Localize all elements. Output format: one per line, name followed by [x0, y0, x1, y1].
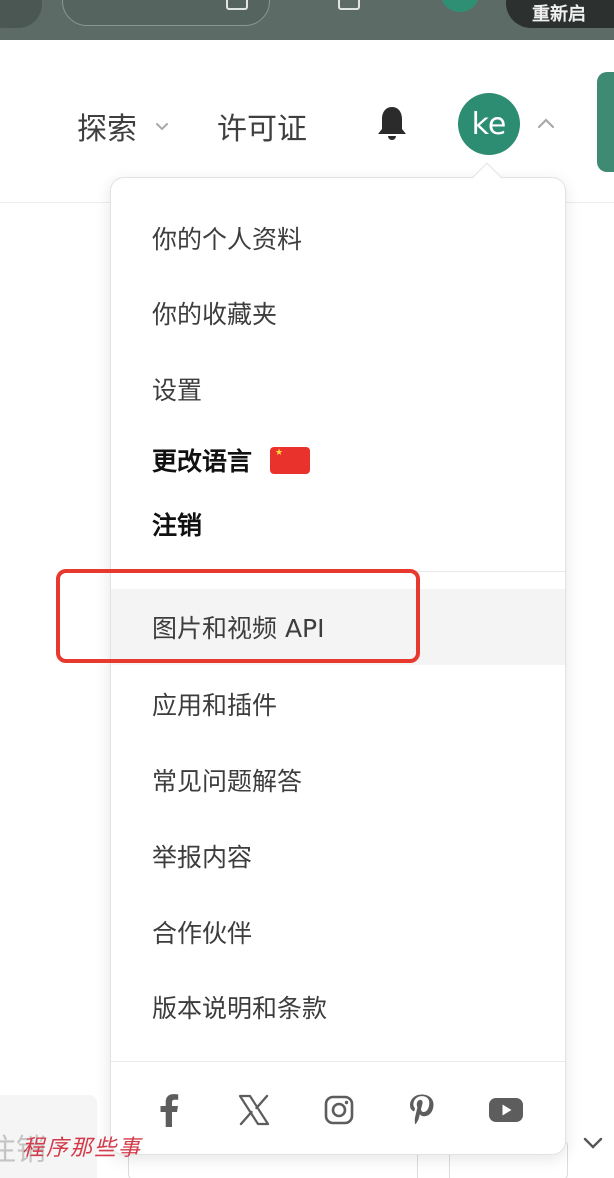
menu-item-change-language[interactable]: 更改语言	[111, 432, 565, 488]
nav-explore-label: 探索	[77, 112, 137, 147]
pinterest-icon[interactable]	[404, 1092, 440, 1128]
facebook-icon[interactable]	[151, 1092, 187, 1128]
restart-label: 重新启	[532, 4, 586, 25]
browser-back-button[interactable]	[0, 0, 42, 28]
chevron-down-icon[interactable]	[582, 1134, 604, 1152]
instagram-icon[interactable]	[321, 1092, 357, 1128]
upload-button[interactable]	[597, 72, 614, 172]
youtube-icon[interactable]	[488, 1092, 524, 1128]
chevron-down-icon	[156, 123, 168, 131]
browser-profile-avatar[interactable]	[442, 0, 478, 12]
browser-toolbar: 重新启	[0, 0, 614, 40]
nav-explore[interactable]: 探索	[77, 104, 169, 148]
menu-divider	[111, 1061, 565, 1062]
china-flag-icon	[270, 446, 311, 474]
browser-restart-button[interactable]: 重新启	[506, 0, 614, 28]
menu-item-partners[interactable]: 合作伙伴	[111, 904, 565, 960]
user-dropdown-menu: 你的个人资料 你的收藏夹 设置 更改语言 注销 图片和视频 API 应用和插件 …	[110, 162, 566, 1155]
avatar[interactable]: ke	[458, 93, 520, 155]
sidebar-icon[interactable]	[338, 0, 360, 10]
chevron-up-icon[interactable]	[537, 116, 555, 130]
highlight-annotation	[56, 569, 420, 663]
menu-item-favorites[interactable]: 你的收藏夹	[111, 285, 565, 341]
menu-item-release-notes[interactable]: 版本说明和条款	[111, 979, 565, 1035]
menu-item-report-content[interactable]: 举报内容	[111, 828, 565, 884]
social-links	[111, 1078, 565, 1148]
watermark-text: 程序那些事	[22, 1136, 143, 1161]
menu-item-settings[interactable]: 设置	[111, 361, 565, 417]
tab-icon[interactable]	[226, 0, 248, 10]
menu-item-apps-plugins[interactable]: 应用和插件	[111, 676, 565, 732]
nav-license[interactable]: 许可证	[217, 104, 307, 148]
menu-item-profile[interactable]: 你的个人资料	[111, 210, 565, 266]
menu-item-change-language-label: 更改语言	[152, 447, 253, 476]
menu-item-faq[interactable]: 常见问题解答	[111, 752, 565, 808]
bell-icon[interactable]	[376, 105, 408, 143]
x-icon[interactable]	[236, 1092, 272, 1128]
menu-item-logout[interactable]: 注销	[111, 496, 565, 552]
